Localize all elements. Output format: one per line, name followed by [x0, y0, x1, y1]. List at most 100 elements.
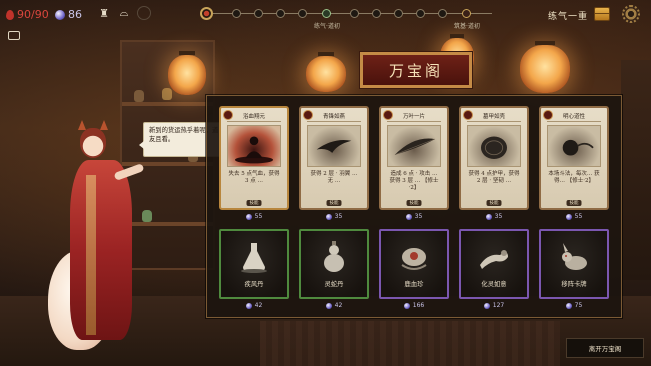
spirit-stone-icon [55, 9, 65, 20]
spirit-stone-icon [565, 213, 572, 220]
map-node-boss [462, 9, 471, 18]
item-price: 42 [325, 302, 343, 309]
deck-icon[interactable] [8, 31, 20, 40]
lantern [520, 41, 570, 93]
card[interactable]: 明心道性 本场斗法，每次… 获得… 【修士·2】 技能 [539, 106, 609, 210]
card[interactable]: 墓甲如壳 获得 4 点护甲，获得 2 层 · 坚韧 … 技能 [459, 106, 529, 210]
item-slot[interactable]: 疾风丹 42 [219, 229, 289, 309]
item-price: 75 [565, 302, 583, 309]
map-node [350, 9, 359, 18]
shop-panel: 浴血翔元 失去 5 点气血，获得 3 点 … 技能 55 青锋如燕 获得 2 层… [206, 95, 622, 318]
map-node [276, 9, 285, 18]
leave-shop-button[interactable]: 离开万宝阁 [566, 338, 644, 358]
mana-value: 86 [68, 8, 82, 21]
card-row: 浴血翔元 失去 5 点气血，获得 3 点 … 技能 55 青锋如燕 获得 2 层… [207, 106, 621, 220]
consumable-slots: ♜ ⌓ [97, 6, 151, 20]
map-node [394, 9, 403, 18]
card-type: 技能 [406, 200, 422, 206]
item[interactable]: 鹿血珍 [379, 229, 449, 299]
gourd-icon [324, 241, 344, 272]
progress-label-2: 筑基·道初 [454, 23, 480, 30]
card-description: 获得 2 层 · 羽翼 … 无 … [310, 171, 358, 184]
spirit-stone-icon [245, 302, 252, 309]
map-node [254, 9, 263, 18]
card-name: 青锋如燕 [307, 112, 361, 122]
item[interactable]: 灵蛇丹 [299, 229, 369, 299]
item[interactable]: 疾风丹 [219, 229, 289, 299]
background-right-shelf [621, 60, 651, 280]
card-name: 明心道性 [547, 112, 601, 122]
empty-slot-icon[interactable] [137, 6, 151, 20]
shop-title-plaque: 万宝阁 [359, 51, 473, 89]
card-price: 55 [245, 213, 263, 220]
item-price: 42 [245, 302, 263, 309]
card-name: 万叶一片 [387, 112, 441, 122]
hat-icon[interactable]: ⌓ [117, 6, 131, 20]
spirit-stone-icon [485, 213, 492, 220]
card-slot[interactable]: 浴血翔元 失去 5 点气血，获得 3 点 … 技能 55 [219, 106, 289, 220]
item[interactable]: 移阵卡牌 [539, 229, 609, 299]
card[interactable]: 万叶一片 造成 6 点 · 攻击 … 获得 3 层 … 【修士·2】 技能 [379, 106, 449, 210]
card-description: 获得 4 点护甲，获得 2 层 · 坚韧 … [468, 171, 520, 184]
merchant-fox-lady [40, 120, 150, 352]
item-name: 灵蛇丹 [324, 281, 344, 288]
realm-label: 练气一重 [548, 12, 589, 22]
rabbit-figurine-icon [562, 243, 587, 270]
card-description: 失去 5 点气血，获得 3 点 … [228, 171, 280, 184]
hp-stat: 90/90 [6, 8, 49, 21]
spirit-stone-icon [325, 302, 332, 309]
card[interactable]: 青锋如燕 获得 2 层 · 羽翼 … 无 … 技能 [299, 106, 369, 210]
price-value: 55 [574, 213, 583, 220]
item-name: 鹿血珍 [404, 281, 424, 288]
map-node-realm [322, 9, 331, 18]
chest-icon[interactable] [594, 7, 610, 21]
item-name: 移阵卡牌 [561, 281, 587, 288]
item-slot[interactable]: 鹿血珍 166 [379, 229, 449, 309]
price-value: 75 [574, 302, 583, 309]
card[interactable]: 浴血翔元 失去 5 点气血，获得 3 点 … 技能 [219, 106, 289, 210]
card-name: 墓甲如壳 [467, 112, 521, 122]
price-value: 35 [414, 213, 423, 220]
card-art-meditation-icon [227, 125, 281, 167]
fox-ear [100, 120, 108, 130]
blood-drop-icon [6, 9, 14, 20]
potion-icon[interactable]: ♜ [97, 6, 111, 20]
card-type: 技能 [326, 200, 342, 206]
rug [260, 321, 560, 366]
dragon-ornament-icon [401, 248, 427, 270]
fox-ear [78, 120, 86, 130]
price-value: 42 [334, 302, 343, 309]
map-node [232, 9, 241, 18]
card-art-shell-icon [467, 125, 521, 167]
item-slot[interactable]: 化灵如意 127 [459, 229, 529, 309]
item-slot[interactable]: 移阵卡牌 75 [539, 229, 609, 309]
settings-gear-icon[interactable] [622, 5, 640, 23]
spirit-stone-icon [565, 302, 572, 309]
price-value: 42 [254, 302, 263, 309]
merchant-head [80, 128, 106, 158]
map-node [298, 9, 307, 18]
card-slot[interactable]: 明心道性 本场斗法，每次… 获得… 【修士·2】 技能 55 [539, 106, 609, 220]
card-slot[interactable]: 万叶一片 造成 6 点 · 攻击 … 获得 3 层 … 【修士·2】 技能 35 [379, 106, 449, 220]
card-type: 技能 [246, 200, 262, 206]
spirit-stone-icon [245, 213, 252, 220]
ruyi-scepter-icon [480, 250, 508, 269]
card-slot[interactable]: 青锋如燕 获得 2 层 · 羽翼 … 无 … 技能 35 [299, 106, 369, 220]
merchant-robe [70, 160, 132, 340]
card-name: 浴血翔元 [227, 112, 281, 122]
robe-trim [86, 175, 96, 335]
map-node [416, 9, 425, 18]
card-price: 35 [405, 213, 423, 220]
card-slot[interactable]: 墓甲如壳 获得 4 点护甲，获得 2 层 · 坚韧 … 技能 35 [459, 106, 529, 220]
spirit-stone-icon [405, 213, 412, 220]
item[interactable]: 化灵如意 [459, 229, 529, 299]
card-description: 本场斗法，每次… 获得… 【修士·2】 [548, 171, 600, 184]
spirit-stone-icon [325, 213, 332, 220]
card-price: 35 [485, 213, 502, 220]
item-slot[interactable]: 灵蛇丹 42 [299, 229, 369, 309]
price-value: 55 [254, 213, 263, 220]
card-price: 55 [565, 213, 583, 220]
hp-value: 90/90 [17, 8, 49, 21]
card-price: 35 [325, 213, 342, 220]
map-progress: 练气·道初 筑基·道初 [200, 6, 500, 30]
